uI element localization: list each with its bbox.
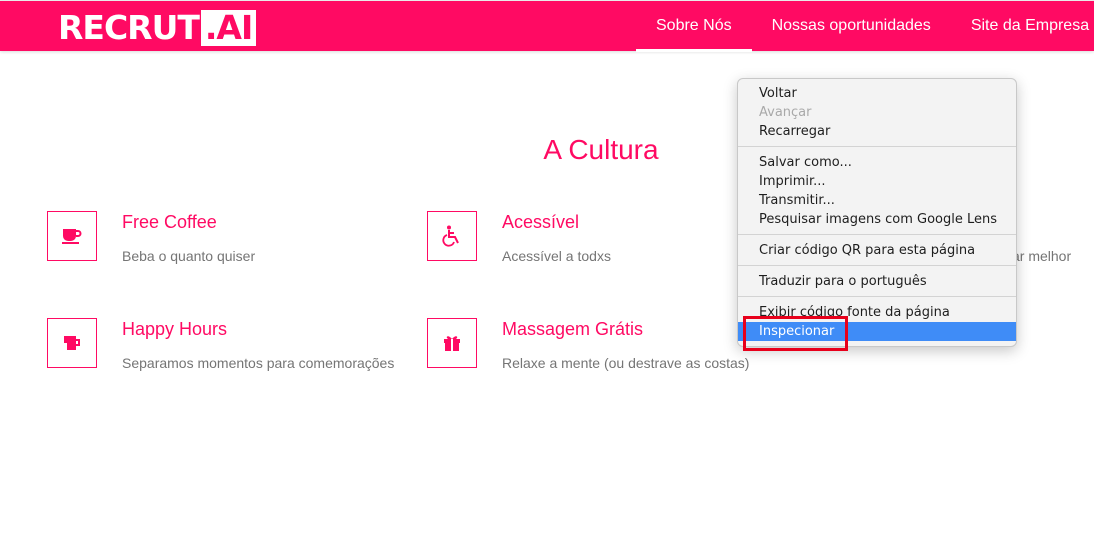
coffee-icon <box>47 211 97 261</box>
menu-item-inspecionar[interactable]: Inspecionar <box>738 322 1016 341</box>
feature-description: Relaxe a mente (ou destrave as costas) <box>502 355 750 371</box>
feature-description-partial: ar melhor <box>1012 248 1072 264</box>
menu-item-avancar: Avançar <box>759 105 812 120</box>
menu-item-traduzir[interactable]: Traduzir para o português <box>738 272 1016 291</box>
menu-item-salvar-como[interactable]: Salvar como... <box>738 153 1016 172</box>
beer-icon <box>47 318 97 368</box>
feature-description: Separamos momentos para comemorações <box>122 355 395 371</box>
nav-link-site-empresa[interactable]: Site da Empresa <box>951 1 1094 52</box>
menu-item-codigo-fonte[interactable]: Exibir código fonte da página <box>738 303 1016 322</box>
nav-link-sobre-nos[interactable]: Sobre Nós <box>636 1 752 52</box>
logo[interactable]: RECRUT .AI <box>58 8 257 47</box>
menu-item-google-lens[interactable]: Pesquisar imagens com Google Lens <box>738 210 1016 229</box>
menu-item-recarregar[interactable]: Recarregar <box>738 122 1016 141</box>
menu-separator <box>738 234 1016 235</box>
menu-separator <box>738 146 1016 147</box>
feature-title: Free Coffee <box>122 212 217 232</box>
nav-links: Sobre Nós Nossas oportunidades Site da E… <box>636 1 1094 52</box>
top-navbar: RECRUT .AI Sobre Nós Nossas oportunidades… <box>0 0 1094 52</box>
nav-link-oportunidades[interactable]: Nossas oportunidades <box>752 1 951 52</box>
feature-description: Acessível a todxs <box>502 248 611 264</box>
feature-title: Massagem Grátis <box>502 319 644 339</box>
menu-item-transmitir[interactable]: Transmitir... <box>738 191 1016 210</box>
logo-ai-text: .AI <box>200 10 257 46</box>
menu-separator <box>738 296 1016 297</box>
feature-title: Happy Hours <box>122 319 228 339</box>
menu-item-voltar[interactable]: Voltar <box>738 84 1016 103</box>
wheelchair-icon <box>427 211 477 261</box>
feature-description: Beba o quanto quiser <box>122 248 256 264</box>
context-menu: Voltar Avançar Recarregar Salvar como...… <box>737 78 1017 347</box>
menu-item-codigo-qr[interactable]: Criar código QR para esta página <box>738 241 1016 260</box>
logo-text: RECRUT <box>58 8 200 47</box>
gift-icon <box>427 318 477 368</box>
feature-title: Acessível <box>502 212 580 232</box>
menu-item-imprimir[interactable]: Imprimir... <box>738 172 1016 191</box>
menu-separator <box>738 265 1016 266</box>
